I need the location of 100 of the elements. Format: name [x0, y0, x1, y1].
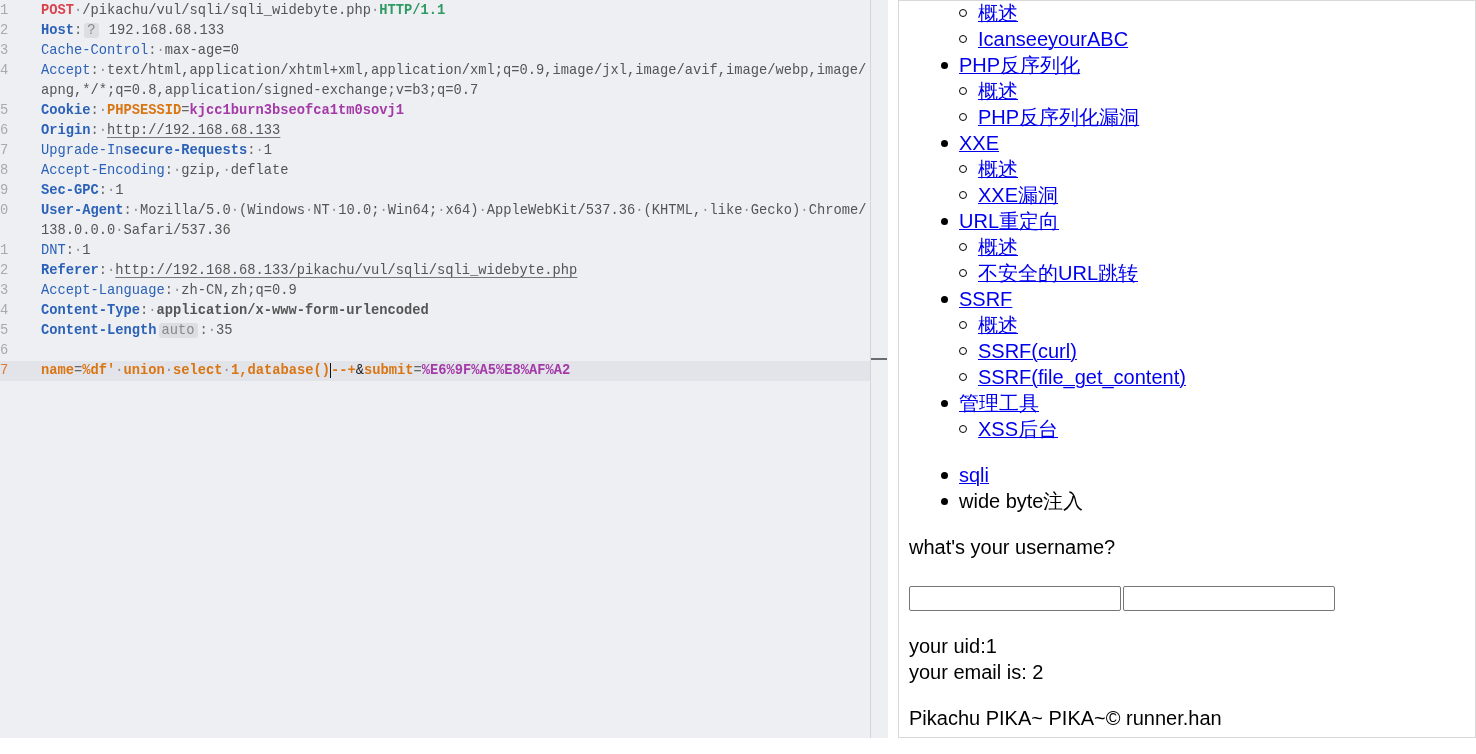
header-name: Host	[41, 23, 74, 38]
line-number: 3	[0, 282, 10, 300]
result-text: your uid:1	[909, 634, 998, 659]
whitespace-marker: ·	[230, 203, 240, 218]
nav-link[interactable]: SSRF(curl)	[978, 338, 1077, 364]
header-name: secure-Requests	[123, 143, 248, 158]
punctuation: =	[74, 363, 83, 378]
nav-link[interactable]: sqli	[959, 462, 989, 488]
line-number: 3	[0, 42, 10, 60]
line-number: 7	[0, 362, 10, 380]
nav-link[interactable]: 不安全的URL跳转	[978, 260, 1138, 286]
whitespace-marker: ·	[437, 203, 446, 218]
bullet-icon	[941, 217, 948, 225]
nav-link[interactable]: 概述	[978, 78, 1018, 104]
whitespace-marker: ·	[742, 203, 751, 218]
result-text: your email is: 2	[909, 660, 1045, 685]
nav-link[interactable]: PHP反序列化漏洞	[978, 104, 1140, 130]
whitespace-marker: ·	[74, 243, 83, 258]
header-value: 1	[82, 243, 91, 258]
nav-link[interactable]: SSRF	[959, 286, 1013, 312]
bullet-icon	[941, 399, 948, 407]
header-value: AppleWebKit/537.36	[486, 203, 636, 218]
whitespace-marker: ·	[379, 203, 388, 218]
bullet-icon	[941, 497, 948, 505]
punctuation: :	[65, 243, 75, 258]
nav-link[interactable]: XXE	[959, 130, 1000, 156]
header-name: Upgrade-In	[41, 143, 124, 158]
nav-link[interactable]: 概述	[978, 1, 1018, 26]
header-name: Accept-Encoding	[41, 163, 165, 178]
header-value: (KHTML,	[643, 203, 702, 218]
whitespace-marker: ·	[173, 163, 182, 178]
text-input-field[interactable]	[1123, 586, 1335, 611]
http-method: POST	[41, 3, 74, 18]
punctuation: :	[164, 163, 174, 178]
whitespace-marker: ·	[115, 223, 124, 238]
nav-link[interactable]: 管理工具	[959, 390, 1039, 416]
http-version: HTTP/1.1	[379, 3, 446, 18]
username-prompt: what's your username?	[909, 535, 1117, 560]
whitespace-marker: ·	[371, 3, 380, 18]
whitespace-marker: ·	[305, 203, 314, 218]
whitespace-marker: ·	[164, 363, 174, 378]
nav-link[interactable]: URL重定向	[959, 208, 1059, 234]
whitespace-marker: ·	[478, 203, 487, 218]
nav-link[interactable]: 概述	[978, 312, 1018, 338]
header-value: Safari/537.36	[123, 223, 231, 238]
header-value: gzip,	[181, 163, 223, 178]
header-value: 1	[115, 183, 124, 198]
line-number: 6	[0, 342, 10, 360]
cookie-name: PHPSESSID	[107, 103, 182, 118]
line-number: 1	[0, 242, 10, 260]
line-number: 5	[0, 102, 10, 120]
param-text: 1,database()	[230, 363, 331, 378]
nav-link[interactable]: SSRF(file_get_content)	[978, 364, 1186, 390]
punctuation: :	[98, 263, 108, 278]
param-text: submit	[363, 363, 414, 378]
header-value: deflate	[230, 163, 289, 178]
param-text: select	[173, 363, 223, 378]
param-text: name	[41, 363, 74, 378]
nav-link[interactable]: IcanseeyourABC	[978, 26, 1129, 52]
header-name: Referer	[41, 263, 99, 278]
header-value: Win64;	[387, 203, 438, 218]
punctuation: :	[90, 63, 99, 78]
header-value: like	[709, 203, 743, 218]
header-value: x64)	[445, 203, 479, 218]
punctuation: :	[74, 23, 83, 38]
header-name: Sec-GPC	[41, 183, 99, 198]
punctuation: :	[247, 143, 256, 158]
header-value: 1	[263, 143, 273, 158]
param-text: %df'	[82, 363, 116, 378]
header-value: zh-CN,zh;q=0.9	[181, 283, 297, 298]
param-text: --+	[330, 363, 356, 378]
line-number: 1	[0, 2, 10, 20]
header-value: 10.0;	[338, 203, 380, 218]
punctuation: :	[98, 183, 108, 198]
header-value: apng,*/*;q=0.8,application/signed-exchange;v=b3;q=0.7	[41, 83, 479, 98]
line-number: 4	[0, 302, 10, 320]
line-number: 4	[0, 62, 10, 80]
header-value: text/html,application/xhtml+xml,application/xml;q=0.9,image/jxl,image/avif,image/webp,image/	[107, 63, 867, 78]
nav-link[interactable]: 概述	[978, 156, 1018, 182]
text-input-field[interactable]	[909, 586, 1121, 611]
punctuation: :	[90, 123, 99, 138]
nav-link[interactable]: XSS后台	[978, 416, 1059, 442]
bullet-icon	[941, 61, 948, 69]
whitespace-marker: ·	[107, 183, 116, 198]
header-name: Accept-Language	[41, 283, 165, 298]
line-number: 8	[0, 162, 10, 180]
line-number: 7	[0, 142, 10, 160]
whitespace-marker: ·	[98, 63, 108, 78]
cookie-value: kjcc1burn3bseofca1tm0sovj1	[189, 103, 405, 118]
nav-link[interactable]: XXE漏洞	[978, 182, 1059, 208]
punctuation: :	[123, 203, 132, 218]
header-value: /pikachu/vul/sqli/sqli_widebyte.php	[82, 3, 372, 18]
whitespace-marker: ·	[98, 103, 108, 118]
scroll-position-marker	[871, 358, 887, 360]
nav-link[interactable]: 概述	[978, 234, 1018, 260]
nav-link[interactable]: PHP反序列化	[959, 52, 1081, 78]
header-value: Gecko)	[750, 203, 801, 218]
punctuation: =	[181, 103, 190, 118]
header-name: Origin	[41, 123, 91, 138]
whitespace-marker: ·	[156, 43, 165, 58]
